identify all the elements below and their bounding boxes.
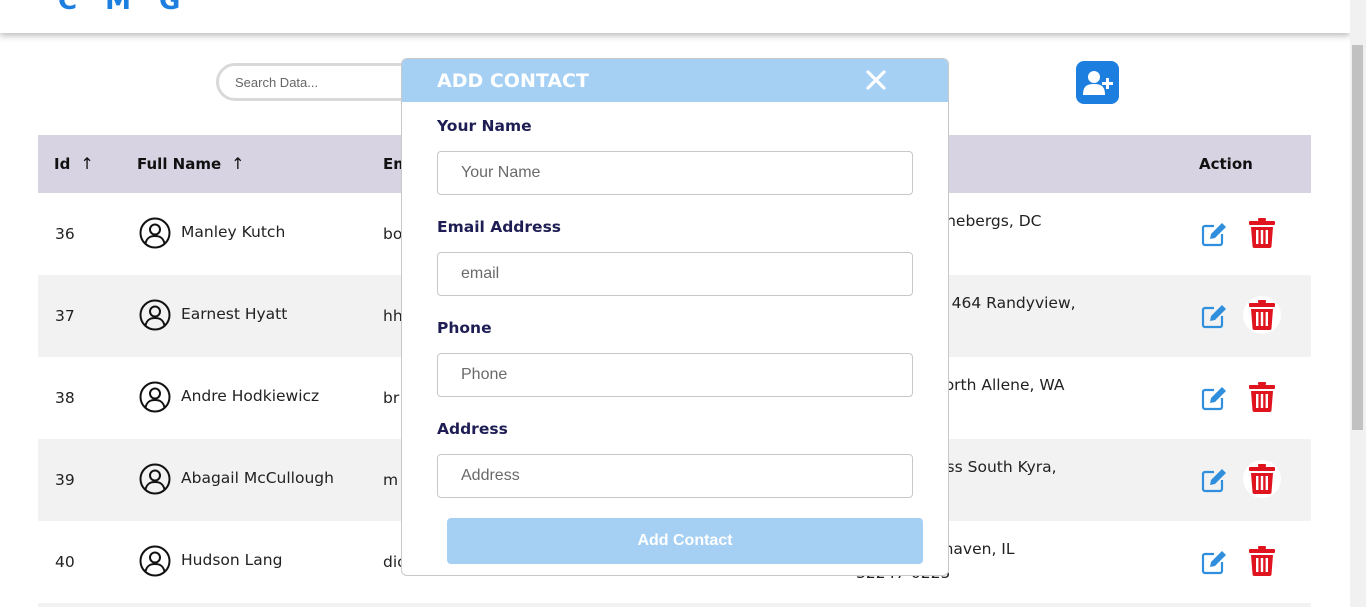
close-icon[interactable]	[864, 68, 888, 92]
row-full-name: Hudson Lang	[181, 551, 283, 569]
add-contact-modal: ADD CONTACT Your Name Email Address Phon…	[401, 58, 949, 576]
column-full-name[interactable]: Full Name ↑	[137, 135, 245, 193]
scrollbar[interactable]	[1350, 0, 1366, 607]
email-field[interactable]	[437, 252, 913, 296]
add-contact-button[interactable]	[1076, 61, 1119, 104]
row-id: 39	[55, 471, 75, 489]
row-id: 38	[55, 389, 75, 407]
trash-icon	[1249, 546, 1275, 576]
address-label: Address	[437, 420, 508, 438]
name-label: Your Name	[437, 117, 532, 135]
trash-icon	[1249, 464, 1275, 494]
address-field[interactable]	[437, 454, 913, 498]
row-email: br	[383, 389, 400, 407]
user-avatar-icon	[139, 299, 171, 331]
email-label: Email Address	[437, 218, 562, 236]
edit-icon[interactable]	[1200, 302, 1228, 330]
user-avatar-icon	[139, 545, 171, 577]
delete-button[interactable]	[1243, 214, 1281, 252]
trash-icon	[1249, 382, 1275, 412]
user-avatar-icon	[139, 463, 171, 495]
row-id: 40	[55, 553, 75, 571]
sort-arrow-icon[interactable]: ↑	[80, 154, 93, 173]
column-id[interactable]: Id ↑	[54, 135, 94, 193]
row-id: 36	[55, 225, 75, 243]
table-row	[38, 603, 1311, 607]
sort-arrow-icon[interactable]: ↑	[231, 154, 244, 173]
phone-field[interactable]	[437, 353, 913, 397]
name-field[interactable]	[437, 151, 913, 195]
app-logo[interactable]: CMG	[58, 0, 208, 16]
row-id: 37	[55, 307, 75, 325]
top-header: CMG	[0, 0, 1350, 33]
phone-label: Phone	[437, 319, 492, 337]
user-avatar-icon	[139, 217, 171, 249]
delete-button[interactable]	[1243, 378, 1281, 416]
modal-title: ADD CONTACT	[437, 70, 589, 92]
edit-icon[interactable]	[1200, 220, 1228, 248]
modal-header: ADD CONTACT	[402, 59, 948, 102]
row-email: m	[383, 471, 399, 489]
delete-button[interactable]	[1243, 296, 1281, 334]
delete-button[interactable]	[1243, 460, 1281, 498]
trash-icon	[1249, 300, 1275, 330]
add-contact-submit-button[interactable]: Add Contact	[447, 518, 923, 564]
user-avatar-icon	[139, 381, 171, 413]
row-email: bo	[383, 225, 403, 243]
row-full-name: Andre Hodkiewicz	[181, 387, 320, 405]
scrollbar-thumb[interactable]	[1352, 45, 1363, 430]
edit-icon[interactable]	[1200, 548, 1228, 576]
edit-icon[interactable]	[1200, 466, 1228, 494]
delete-button[interactable]	[1243, 542, 1281, 580]
row-full-name: Earnest Hyatt	[181, 305, 288, 323]
user-plus-icon	[1082, 70, 1113, 95]
edit-icon[interactable]	[1200, 384, 1228, 412]
row-full-name: Manley Kutch	[181, 223, 286, 241]
row-full-name: Abagail McCullough	[181, 469, 334, 487]
trash-icon	[1249, 218, 1275, 248]
column-action: Action	[1199, 155, 1253, 173]
row-email: hh	[383, 307, 403, 325]
